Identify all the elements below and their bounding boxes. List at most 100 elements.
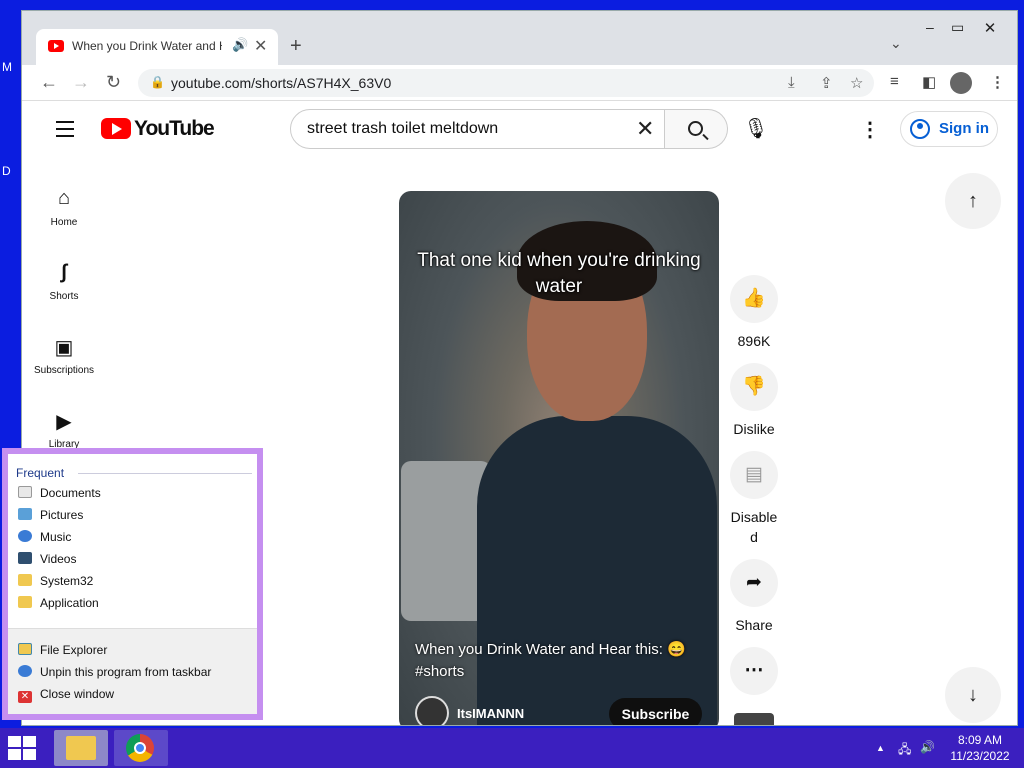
jump-list-label: Pictures [40, 508, 84, 522]
jump-list-item-music[interactable]: Music [18, 530, 71, 544]
tab-title: When you Drink Water and Hear this: 😄 #s… [72, 39, 222, 53]
side-panel-icon[interactable]: ◧ [922, 73, 936, 91]
volume-icon[interactable]: 🔊 [920, 740, 935, 754]
sidebar-item-home[interactable]: ⌂ Home [28, 187, 100, 228]
jump-list-item-application[interactable]: Application [18, 596, 99, 610]
file-explorer-icon [66, 736, 96, 760]
account-icon [910, 119, 930, 139]
menu-hamburger-icon[interactable] [56, 121, 74, 142]
chrome-icon-center [134, 742, 146, 754]
minimize-button[interactable]: – [926, 19, 934, 35]
address-bar[interactable]: 🔒 youtube.com/shorts/AS7H4X_63V0 ⤓ ⇪ ☆ [138, 69, 874, 97]
youtube-logo-text[interactable]: YouTube [134, 117, 215, 141]
browser-tab[interactable]: When you Drink Water and Hear this: 😄 #s… [36, 29, 278, 65]
dislike-button[interactable]: 👎 Dislike [728, 363, 780, 439]
jump-list-item-system32[interactable]: System32 [18, 574, 93, 588]
channel-avatar[interactable] [415, 696, 449, 725]
sidebar-item-label: Shorts [49, 291, 79, 302]
speaker-icon[interactable]: 🔊 [232, 37, 248, 53]
taskbar: ▲ 🖧 🔊 8:09 AM 11/23/2022 [0, 728, 1024, 768]
clock-time: 8:09 AM [957, 733, 1003, 747]
jump-list-label: Music [40, 530, 72, 544]
new-tab-button[interactable]: + [290, 35, 302, 58]
windows-logo-icon [8, 736, 21, 747]
network-icon[interactable]: 🖧 [898, 740, 911, 761]
comments-label: Disable d [730, 509, 778, 545]
video-title[interactable]: When you Drink Water and Hear this: 😄 #s… [415, 639, 705, 683]
bookmark-star-icon[interactable]: ☆ [850, 74, 863, 92]
share-button[interactable]: ➦ Share [728, 559, 780, 635]
youtube-logo-icon[interactable] [101, 118, 131, 139]
desktop-icon-label[interactable]: D [2, 164, 11, 178]
search-button[interactable] [665, 109, 728, 149]
comments-button[interactable]: ▤ Disable d [728, 451, 780, 547]
more-actions-button[interactable]: ⋯ [728, 647, 780, 695]
jump-list-unpin[interactable]: Unpin this program from taskbar [18, 665, 211, 679]
url-text[interactable]: youtube.com/shorts/AS7H4X_63V0 [171, 75, 391, 91]
chrome-menu-icon[interactable]: ⋮ [990, 73, 1005, 91]
jump-list-label: File Explorer [40, 643, 108, 657]
thumbs-down-icon: 👎 [730, 363, 778, 411]
reload-icon[interactable]: ↻ [106, 72, 121, 93]
shorts-video-player[interactable]: That one kid when you're drinking water … [399, 191, 719, 725]
tab-close-icon[interactable]: ✕ [254, 36, 267, 56]
system-clock[interactable]: 8:09 AM 11/23/2022 [938, 732, 1022, 764]
search-box: ✕ [290, 109, 665, 149]
unpin-icon [18, 665, 32, 677]
pictures-icon [18, 508, 32, 520]
desktop-icon-label[interactable]: M [2, 60, 12, 74]
media-controls-icon[interactable]: ≡ [890, 73, 899, 90]
sign-in-button[interactable]: Sign in [900, 111, 998, 147]
sidebar-item-shorts[interactable]: ∫ Shorts [28, 261, 100, 302]
clear-search-icon[interactable]: ✕ [636, 116, 654, 142]
microphone-icon[interactable]: 🎙 [736, 109, 776, 149]
subscribe-button[interactable]: Subscribe [609, 698, 702, 725]
previous-short-arrow-icon[interactable]: ↑ [945, 173, 1001, 229]
next-short-arrow-icon[interactable]: ↓ [945, 667, 1001, 723]
search-icon [688, 121, 703, 136]
windows-logo-icon [23, 736, 36, 747]
profile-avatar-icon[interactable] [950, 72, 972, 94]
dislike-label: Dislike [733, 421, 775, 437]
like-count: 896K [737, 333, 771, 349]
share-arrow-icon: ➦ [730, 559, 778, 607]
search-input[interactable] [307, 120, 627, 138]
jump-list-close-window[interactable]: ✕ Close window [18, 687, 114, 703]
sidebar-item-label: Home [50, 217, 78, 228]
install-icon[interactable]: ⤓ [788, 74, 795, 91]
folder-icon [18, 596, 32, 608]
jump-list-file-explorer[interactable]: File Explorer [18, 643, 107, 657]
lock-icon[interactable]: 🔒 [150, 75, 165, 89]
folder-icon [18, 574, 32, 586]
sidebar-item-library[interactable]: ▶ Library [28, 409, 100, 450]
divider [78, 473, 252, 474]
like-button[interactable]: 👍 896K [728, 275, 780, 351]
jump-list-label: Application [40, 596, 99, 610]
clock-date: 11/23/2022 [950, 749, 1010, 763]
jump-list-label: Close window [40, 687, 115, 701]
jump-list-item-documents[interactable]: Documents [18, 486, 101, 500]
sidebar-item-label: Subscriptions [33, 365, 95, 376]
jump-list-item-videos[interactable]: Videos [18, 552, 76, 566]
close-window-button[interactable]: ✕ [962, 19, 1017, 41]
channel-name[interactable]: ItsIMANNN [457, 706, 524, 721]
sidebar-item-subscriptions[interactable]: ▣ Subscriptions [28, 335, 100, 376]
jump-list-item-pictures[interactable]: Pictures [18, 508, 83, 522]
more-horizontal-icon: ⋯ [730, 647, 778, 695]
taskbar-file-explorer[interactable] [54, 730, 108, 766]
settings-more-icon[interactable]: ⋮ [860, 117, 880, 142]
show-hidden-icons-chevron-icon[interactable]: ▲ [876, 743, 885, 753]
forward-arrow-icon[interactable]: → [72, 72, 90, 93]
jump-list-heading: Frequent [16, 466, 65, 480]
share-icon[interactable]: ⇪ [820, 74, 833, 92]
file-explorer-icon [18, 643, 32, 655]
home-icon: ⌂ [57, 187, 71, 209]
taskbar-chrome[interactable] [114, 730, 168, 766]
library-icon: ▶ [56, 411, 72, 433]
tab-search-chevron-icon[interactable]: ⌄ [890, 35, 902, 52]
windows-logo-icon [8, 749, 21, 760]
jump-list-label: Unpin this program from taskbar [40, 665, 212, 679]
sound-avatar[interactable] [734, 713, 774, 725]
start-button[interactable] [8, 736, 38, 762]
back-arrow-icon[interactable]: ← [40, 72, 58, 93]
